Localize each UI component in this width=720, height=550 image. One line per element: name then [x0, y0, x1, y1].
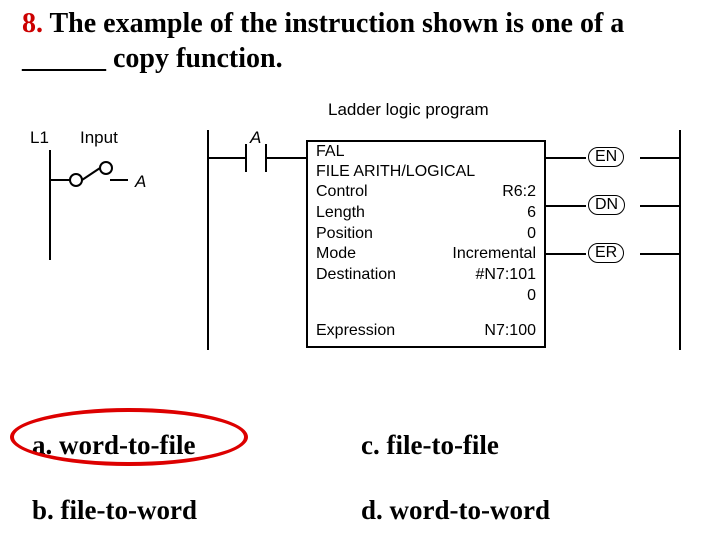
fal-abbr: FAL	[308, 142, 544, 162]
diagram-title: Ladder logic program	[328, 100, 489, 120]
answer-options: a. word-to-file c. file-to-file b. file-…	[30, 418, 690, 550]
input-label: Input	[80, 128, 118, 148]
fal-dest-extra: 0	[527, 286, 536, 307]
option-c[interactable]: c. file-to-file	[361, 420, 688, 483]
question-text: 8. The example of the instruction shown …	[22, 6, 702, 76]
fal-title: FILE ARITH/LOGICAL	[308, 162, 544, 182]
fal-row-value: #N7:101	[476, 265, 537, 286]
fal-row-label: Control	[316, 182, 368, 203]
question-body-1: The example of the instruction shown is …	[43, 8, 624, 39]
er-output: ER	[588, 243, 624, 263]
switch-label: A	[135, 172, 146, 192]
fal-row-label: Length	[316, 203, 365, 224]
fal-row-value: 6	[527, 203, 536, 224]
fal-instruction-box: FAL FILE ARITH/LOGICAL Control R6:2 Lengt…	[306, 140, 546, 348]
fal-row-value: 0	[527, 224, 536, 245]
fal-row-label: Destination	[316, 265, 396, 286]
contact-label: A	[250, 128, 261, 148]
en-output: EN	[588, 147, 624, 167]
question-number: 8.	[22, 8, 43, 39]
fal-row-value: Incremental	[452, 244, 536, 265]
question-blank: ______	[22, 43, 106, 74]
question-body-2: copy function.	[106, 43, 283, 74]
dn-output: DN	[588, 195, 625, 215]
fal-expression-label: Expression	[316, 321, 395, 342]
option-d[interactable]: d. word-to-word	[361, 485, 688, 548]
fal-row-value: R6:2	[502, 182, 536, 203]
fal-expression-value: N7:100	[484, 321, 536, 342]
rail-left-label: L1	[30, 128, 49, 148]
fal-row-label: Position	[316, 224, 373, 245]
fal-row-label: Mode	[316, 244, 356, 265]
option-a[interactable]: a. word-to-file	[32, 420, 359, 483]
option-b[interactable]: b. file-to-word	[32, 485, 359, 548]
